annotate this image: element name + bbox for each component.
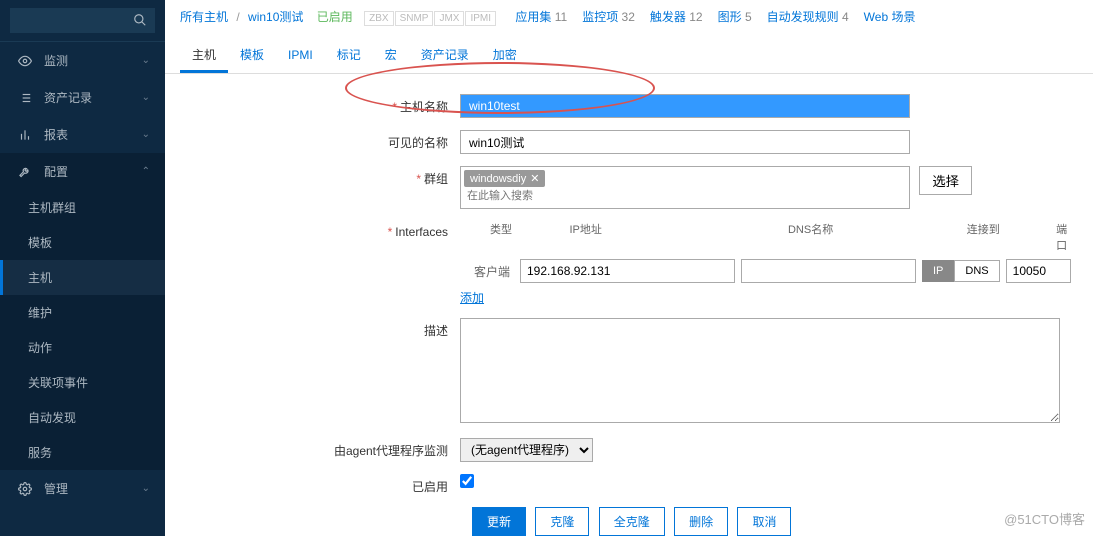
indicator-zbx: ZBX <box>364 11 393 26</box>
sidebar-item-4[interactable]: 管理⌄ <box>0 470 165 507</box>
submenu-item-0[interactable]: 主机群组 <box>0 190 165 225</box>
breadcrumb: 所有主机 / win10测试 已启用 ZBXSNMPJMXIPMI 应用集 11… <box>165 0 1093 34</box>
status-badge: 已启用 <box>317 10 353 24</box>
submenu-item-6[interactable]: 自动发现 <box>0 400 165 435</box>
chevron-icon: ⌄ <box>142 92 150 103</box>
indicator-jmx: JMX <box>434 11 464 26</box>
chevron-icon: ⌃ <box>142 166 150 177</box>
interfaces-label: *Interfaces <box>180 221 460 239</box>
submenu-item-1[interactable]: 模板 <box>0 225 165 260</box>
enabled-checkbox[interactable] <box>460 474 474 488</box>
submenu-item-5[interactable]: 关联项事件 <box>0 365 165 400</box>
groups-label: *群组 <box>180 166 460 187</box>
tab-4[interactable]: 宏 <box>373 39 409 70</box>
add-link[interactable]: 添加 <box>460 291 484 305</box>
sidebar-item-3[interactable]: 配置⌃ <box>0 153 165 190</box>
clone-button[interactable]: 克隆 <box>535 507 589 536</box>
desc-label: 描述 <box>180 318 460 339</box>
tab-3[interactable]: 标记 <box>325 39 373 70</box>
sidebar-item-label: 报表 <box>44 126 142 143</box>
gear-icon <box>18 482 34 496</box>
chevron-icon: ⌄ <box>142 483 150 494</box>
submenu-item-2[interactable]: 主机 <box>0 260 165 295</box>
tabs: 主机模板IPMI标记宏资产记录加密 <box>165 39 1093 74</box>
groups-tagbox[interactable]: windowsdiy✕ <box>460 166 910 209</box>
wrench-icon <box>18 165 34 179</box>
select-button[interactable]: 选择 <box>919 166 972 195</box>
sidebar-item-label: 管理 <box>44 480 142 497</box>
meta-link[interactable]: 触发器 12 <box>650 10 703 24</box>
list-icon <box>18 91 34 105</box>
tab-0[interactable]: 主机 <box>180 39 228 73</box>
submenu-item-3[interactable]: 维护 <box>0 295 165 330</box>
meta-link[interactable]: 监控项 32 <box>582 10 635 24</box>
dns-input[interactable] <box>741 259 916 283</box>
breadcrumb-current[interactable]: win10测试 <box>248 10 303 24</box>
search-icon[interactable] <box>133 13 147 30</box>
ip-input[interactable] <box>520 259 735 283</box>
interface-header-dns: DNS名称 <box>788 221 967 253</box>
sidebar-item-2[interactable]: 报表⌄ <box>0 116 165 153</box>
chevron-icon: ⌄ <box>142 55 150 66</box>
tab-6[interactable]: 加密 <box>481 39 529 70</box>
submenu-item-7[interactable]: 服务 <box>0 435 165 470</box>
fullclone-button[interactable]: 全克隆 <box>599 507 665 536</box>
sidebar-item-1[interactable]: 资产记录⌄ <box>0 79 165 116</box>
meta-link[interactable]: 图形 5 <box>718 10 752 24</box>
sidebar-item-label: 资产记录 <box>44 89 142 106</box>
form: *主机名称 可见的名称 *群组 windowsdiy✕ 选择 *Interfac… <box>165 74 1093 556</box>
sidebar-item-label: 配置 <box>44 163 142 180</box>
hostname-input[interactable] <box>460 94 910 118</box>
agent-label: 由agent代理程序监测 <box>180 438 460 459</box>
visible-input[interactable] <box>460 130 910 154</box>
meta-link[interactable]: 应用集 11 <box>515 10 567 24</box>
meta-link[interactable]: Web 场景 <box>864 10 916 24</box>
interface-header-connect: 连接到 <box>967 221 1056 253</box>
sidebar: 监测⌄资产记录⌄报表⌄配置⌃主机群组模板主机维护动作关联项事件自动发现服务管理⌄ <box>0 0 165 536</box>
tab-1[interactable]: 模板 <box>228 39 276 70</box>
client-label: 客户端 <box>460 263 520 280</box>
chevron-icon: ⌄ <box>142 129 150 140</box>
delete-button[interactable]: 删除 <box>674 507 728 536</box>
dns-toggle[interactable]: DNS <box>954 260 999 282</box>
cancel-button[interactable]: 取消 <box>737 507 791 536</box>
main-content: 所有主机 / win10测试 已启用 ZBXSNMPJMXIPMI 应用集 11… <box>165 0 1093 556</box>
interface-header-type: 类型 <box>490 221 569 253</box>
interface-header-ip: IP地址 <box>569 221 788 253</box>
breadcrumb-parent[interactable]: 所有主机 <box>180 10 228 24</box>
sidebar-item-label: 监测 <box>44 52 142 69</box>
ip-toggle[interactable]: IP <box>922 260 954 282</box>
indicator-snmp: SNMP <box>395 11 434 26</box>
port-input[interactable] <box>1006 259 1071 283</box>
tab-5[interactable]: 资产记录 <box>409 39 481 70</box>
update-button[interactable]: 更新 <box>472 507 526 536</box>
chart-icon <box>18 128 34 142</box>
desc-textarea[interactable] <box>460 318 1060 423</box>
remove-tag-icon[interactable]: ✕ <box>530 173 539 185</box>
interface-header-port: 端口 <box>1056 221 1078 253</box>
submenu-item-4[interactable]: 动作 <box>0 330 165 365</box>
sidebar-item-0[interactable]: 监测⌄ <box>0 42 165 79</box>
enabled-label: 已启用 <box>180 474 460 495</box>
group-search[interactable] <box>464 187 906 205</box>
visible-label: 可见的名称 <box>180 130 460 151</box>
eye-icon <box>18 54 34 68</box>
agent-select[interactable]: (无agent代理程序) <box>460 438 593 462</box>
search-box <box>0 0 165 42</box>
meta-link[interactable]: 自动发现规则 4 <box>767 10 849 24</box>
hostname-label: *主机名称 <box>180 94 460 115</box>
breadcrumb-sep: / <box>236 10 239 24</box>
watermark: @51CTO博客 <box>1004 509 1085 528</box>
tab-2[interactable]: IPMI <box>276 41 325 69</box>
group-tag: windowsdiy✕ <box>464 170 545 187</box>
indicator-ipmi: IPMI <box>465 11 496 26</box>
